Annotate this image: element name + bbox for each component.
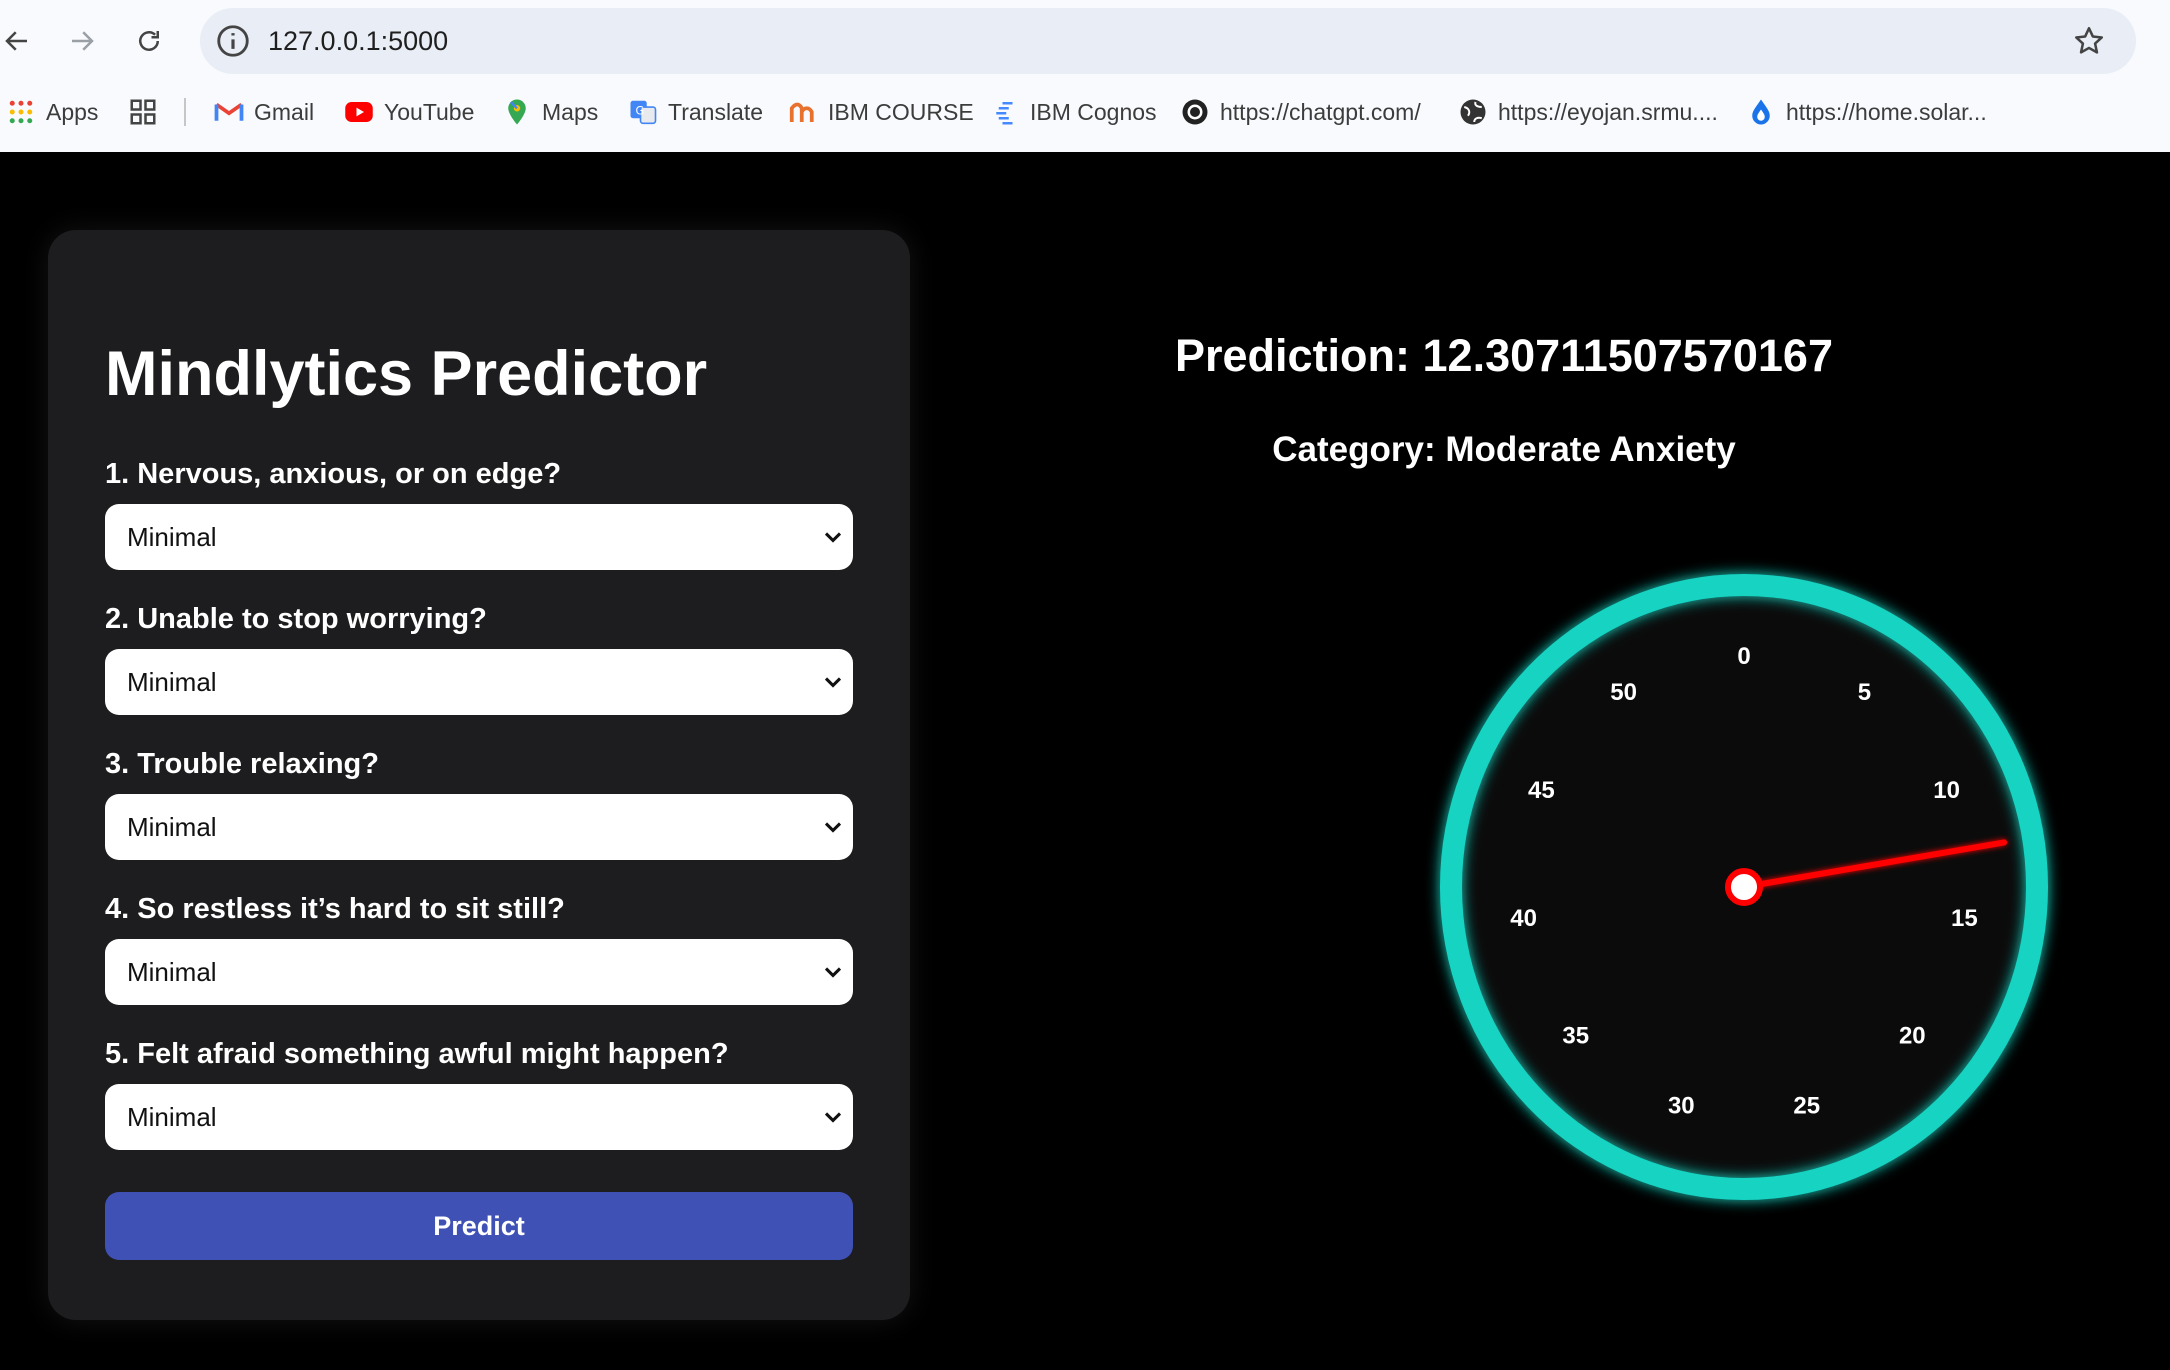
translate-icon: G	[628, 97, 658, 127]
predictor-form-card: Mindlytics Predictor 1. Nervous, anxious…	[48, 230, 910, 1320]
predict-button[interactable]: Predict	[105, 1192, 853, 1260]
reload-button[interactable]	[126, 18, 172, 64]
gauge-tick-label: 10	[1933, 777, 1960, 804]
reload-icon	[139, 31, 159, 51]
question-4-label: 4. So restless it’s hard to sit still?	[105, 893, 565, 925]
bookmark-eyojan[interactable]: https://eyojan.srmu....	[1458, 90, 1718, 134]
chatgpt-icon	[1180, 97, 1210, 127]
address-bar[interactable]: 127.0.0.1:5000	[200, 8, 2136, 74]
browser-toolbar: 127.0.0.1:5000 Apps Gmail YouTube Maps G…	[0, 0, 2170, 152]
prediction-category: Category: Moderate Anxiety	[1272, 430, 1736, 469]
solar-icon	[1746, 97, 1776, 127]
gauge-tick-label: 20	[1899, 1023, 1926, 1050]
question-5-label: 5. Felt afraid something awful might hap…	[105, 1038, 729, 1070]
question-4-select[interactable]: Minimal	[105, 939, 853, 1005]
bookmark-ibm-course[interactable]: IBM COURSE	[788, 90, 974, 134]
bookmark-apps[interactable]: Apps	[6, 90, 98, 134]
bookmark-maps[interactable]: Maps	[502, 90, 598, 134]
bookmarks-divider	[184, 98, 186, 126]
question-1-label: 1. Nervous, anxious, or on edge?	[105, 458, 562, 490]
gmail-icon	[214, 97, 244, 127]
gauge-tick-label: 5	[1858, 679, 1871, 706]
ibm-course-icon	[788, 97, 818, 127]
chevron-down-icon	[824, 677, 842, 688]
back-button[interactable]	[0, 18, 40, 64]
tab-groups-icon	[128, 97, 158, 127]
gauge-tick-label: 50	[1610, 679, 1637, 706]
url-text[interactable]: 127.0.0.1:5000	[268, 8, 448, 74]
ibm-cognos-icon	[990, 97, 1020, 127]
question-3-label: 3. Trouble relaxing?	[105, 748, 379, 780]
bookmark-gmail[interactable]: Gmail	[214, 90, 314, 134]
question-1-select[interactable]: Minimal	[105, 504, 853, 570]
gauge-hub	[1725, 868, 1763, 906]
bookmarks-bar: Apps Gmail YouTube Maps G Translate IBM …	[0, 90, 2170, 134]
bookmark-translate[interactable]: G Translate	[628, 90, 763, 134]
forward-button[interactable]	[59, 18, 105, 64]
gauge-tick-label: 35	[1562, 1023, 1589, 1050]
site-info-icon[interactable]	[214, 22, 252, 60]
question-5-select[interactable]: Minimal	[105, 1084, 853, 1150]
gauge-tick-label: 40	[1510, 905, 1537, 932]
question-3-select[interactable]: Minimal	[105, 794, 853, 860]
apps-grid-icon	[6, 97, 36, 127]
question-2-select[interactable]: Minimal	[105, 649, 853, 715]
youtube-icon	[344, 97, 374, 127]
anxiety-gauge: 0 5 10 15 20 25 30 35 40 45 50	[1436, 570, 2052, 1204]
maps-icon	[502, 97, 532, 127]
chevron-down-icon	[824, 532, 842, 543]
globe-icon	[1458, 97, 1488, 127]
gauge-tick-label: 30	[1668, 1093, 1695, 1120]
bookmark-chatgpt[interactable]: https://chatgpt.com/	[1180, 90, 1421, 134]
forward-arrow-icon	[72, 31, 94, 51]
gauge-tick-label: 45	[1528, 777, 1555, 804]
question-2-label: 2. Unable to stop worrying?	[105, 603, 487, 635]
bookmark-youtube[interactable]: YouTube	[344, 90, 474, 134]
chevron-down-icon	[824, 1112, 842, 1123]
bookmark-star-icon[interactable]	[2072, 24, 2106, 58]
bookmark-solar[interactable]: https://home.solar...	[1746, 90, 1987, 134]
gauge-tick-label: 0	[1737, 643, 1750, 670]
prediction-value: Prediction: 12.30711507570167	[1175, 330, 1833, 381]
gauge-tick-label: 25	[1793, 1093, 1820, 1120]
chevron-down-icon	[824, 967, 842, 978]
bookmark-tab-groups[interactable]	[128, 90, 158, 134]
gauge-dial: 0 5 10 15 20 25 30 35 40 45 50	[1440, 574, 2048, 1200]
svg-text:G: G	[636, 105, 645, 118]
bookmark-ibm-cognos[interactable]: IBM Cognos	[990, 90, 1157, 134]
back-arrow-icon	[5, 31, 27, 51]
gauge-tick-label: 15	[1951, 905, 1978, 932]
chevron-down-icon	[824, 822, 842, 833]
page-title: Mindlytics Predictor	[105, 339, 708, 409]
